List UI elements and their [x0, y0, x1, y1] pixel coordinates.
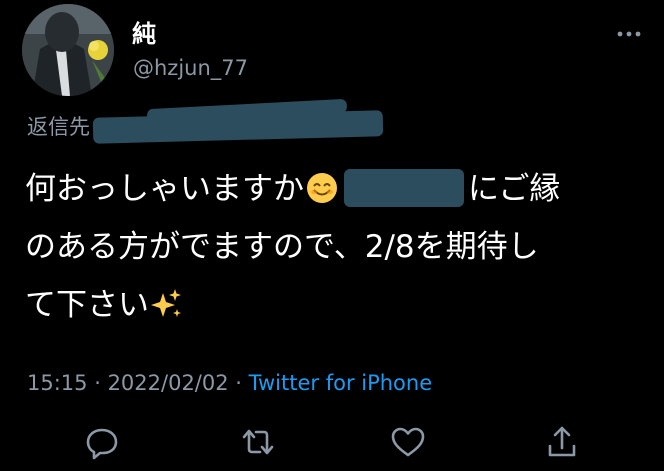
- tweet-time[interactable]: 15:15: [27, 371, 88, 395]
- heart-icon: [391, 427, 425, 457]
- retweet-icon: [242, 429, 274, 455]
- more-options-button[interactable]: [612, 22, 646, 46]
- avatar[interactable]: [22, 4, 114, 96]
- tweet-actions: [0, 422, 664, 462]
- retweet-button[interactable]: [238, 422, 278, 462]
- tweet-text-segment: にご縁: [468, 171, 561, 207]
- share-button[interactable]: [542, 422, 582, 462]
- meta-separator: ·: [87, 371, 108, 395]
- tweet-line-1: 何おっしゃいますか にご縁: [25, 160, 650, 218]
- user-handle[interactable]: @hzjun_77: [133, 55, 248, 81]
- tweet-date[interactable]: 2022/02/02: [108, 371, 229, 395]
- tweet-meta: 15:15 · 2022/02/02 · Twitter for iPhone: [27, 369, 432, 397]
- more-dots-icon: [617, 31, 641, 37]
- tweet-text-segment: て下さい: [25, 287, 149, 323]
- smiling-face-emoji: [307, 173, 337, 203]
- tweet-source-link[interactable]: Twitter for iPhone: [249, 371, 433, 395]
- display-name[interactable]: 純: [132, 20, 156, 48]
- redacted-text: [344, 169, 464, 207]
- reply-label: 返信先: [27, 115, 90, 139]
- like-button[interactable]: [388, 422, 428, 462]
- tweet-line-3: て下さい: [25, 276, 650, 334]
- sparkles-emoji: [151, 289, 181, 317]
- tweet-text-segment: 何おっしゃいますか: [25, 171, 304, 207]
- share-icon: [548, 426, 576, 457]
- reply-context: 返信先: [27, 98, 387, 144]
- meta-separator: ·: [228, 371, 249, 395]
- reply-button[interactable]: [82, 422, 122, 462]
- tweet-line-2: のある方がでますので、2/8を期待し: [25, 229, 539, 265]
- tweet-text: 何おっしゃいますか にご縁 のある方がでますので、2/8を期待し て下さい: [25, 160, 650, 334]
- reply-icon: [86, 428, 118, 460]
